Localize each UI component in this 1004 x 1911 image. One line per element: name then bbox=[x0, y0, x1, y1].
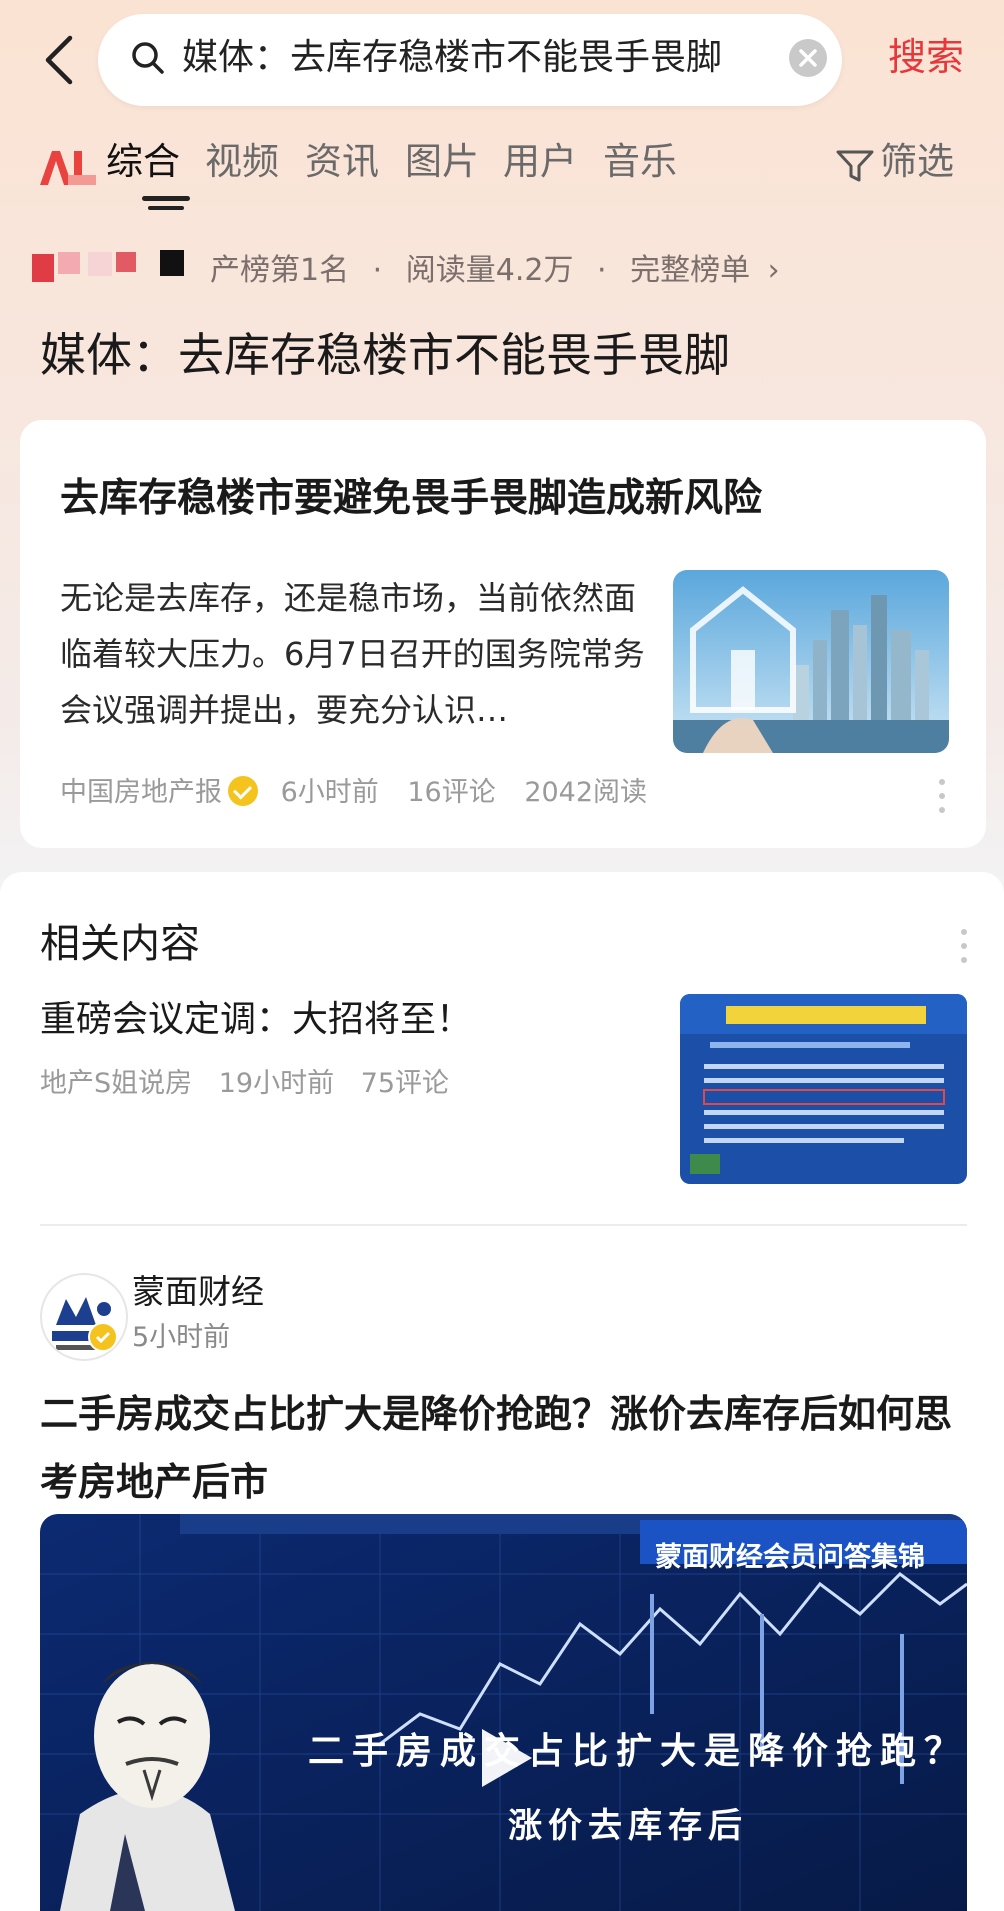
post-title[interactable]: 二手房成交占比扩大是降价抢跑？涨价去库存后如何思考房地产后市 bbox=[40, 1380, 970, 1516]
article-summary: 无论是去库存，还是稳市场，当前依然面临着较大压力。6月7日召开的国务院常务会议强… bbox=[60, 579, 645, 729]
tab-filter[interactable]: 筛选 bbox=[880, 132, 954, 192]
tab-video[interactable]: 视频 bbox=[205, 132, 279, 192]
video-caption-line2: 涨价去库存后 bbox=[508, 1806, 748, 1846]
related-comments: 75评论 bbox=[360, 1068, 450, 1099]
verified-icon bbox=[88, 1322, 118, 1352]
tab-images[interactable]: 图片 bbox=[405, 132, 479, 192]
back-arrow-icon[interactable] bbox=[40, 30, 80, 90]
ai-logo-icon[interactable] bbox=[38, 147, 98, 187]
author-name[interactable]: 蒙面财经 bbox=[132, 1266, 264, 1318]
read-count: 阅读量4.2万 bbox=[405, 253, 574, 288]
related-item-meta: 地产S姐说房 19小时前 75评论 bbox=[40, 1062, 449, 1106]
tab-news[interactable]: 资讯 bbox=[305, 132, 379, 192]
related-section-title: 相关内容 bbox=[40, 921, 200, 967]
video-tag: 蒙面财经会员问答集锦 bbox=[655, 1542, 925, 1573]
tab-music[interactable]: 音乐 bbox=[603, 132, 677, 192]
article-comments: 16评论 bbox=[407, 777, 496, 808]
more-icon[interactable] bbox=[938, 778, 946, 814]
article-thumbnail[interactable] bbox=[673, 570, 949, 753]
redacted-label bbox=[32, 248, 197, 290]
article-source[interactable]: 中国房地产报 bbox=[60, 777, 222, 808]
verified-icon bbox=[228, 776, 258, 806]
article-title[interactable]: 去库存稳楼市要避免畏手畏脚造成新风险 bbox=[60, 468, 762, 530]
tab-users[interactable]: 用户 bbox=[503, 132, 577, 192]
article-time: 6小时前 bbox=[280, 777, 379, 808]
clear-icon[interactable] bbox=[788, 38, 828, 78]
article-meta: 中国房地产报 6小时前 16评论 2042阅读 bbox=[60, 771, 647, 815]
related-time: 19小时前 bbox=[218, 1068, 335, 1099]
related-thumbnail[interactable] bbox=[680, 994, 967, 1184]
video-caption-line1: 二手房成交占比扩大是降价抢跑？ bbox=[308, 1731, 969, 1772]
rank-label: 产榜第1名 bbox=[210, 253, 350, 288]
tab-general[interactable]: 综合 bbox=[106, 132, 180, 192]
search-button[interactable]: 搜索 bbox=[888, 28, 964, 86]
search-icon bbox=[130, 40, 166, 76]
topic-headline: 媒体：去库存稳楼市不能畏手畏脚 bbox=[40, 328, 730, 382]
play-icon[interactable] bbox=[478, 1725, 536, 1791]
tab-active-indicator-2 bbox=[148, 206, 184, 210]
tab-active-indicator bbox=[142, 196, 190, 201]
section-divider bbox=[40, 1224, 967, 1226]
full-list-link[interactable]: 完整榜单 bbox=[630, 253, 750, 288]
related-item-title[interactable]: 重磅会议定调：大招将至！ bbox=[40, 990, 472, 1050]
search-query[interactable]: 媒体：去库存稳楼市不能畏手畏脚 bbox=[182, 30, 722, 86]
hot-rank-row[interactable]: 产榜第1名 · 阅读量4.2万 · 完整榜单 › bbox=[210, 248, 780, 294]
related-source[interactable]: 地产S姐说房 bbox=[40, 1068, 192, 1099]
post-time: 5小时前 bbox=[132, 1322, 231, 1353]
filter-icon[interactable] bbox=[835, 148, 875, 184]
more-icon[interactable] bbox=[960, 928, 968, 964]
article-reads: 2042阅读 bbox=[524, 777, 648, 808]
chevron-right-icon: › bbox=[767, 253, 780, 288]
